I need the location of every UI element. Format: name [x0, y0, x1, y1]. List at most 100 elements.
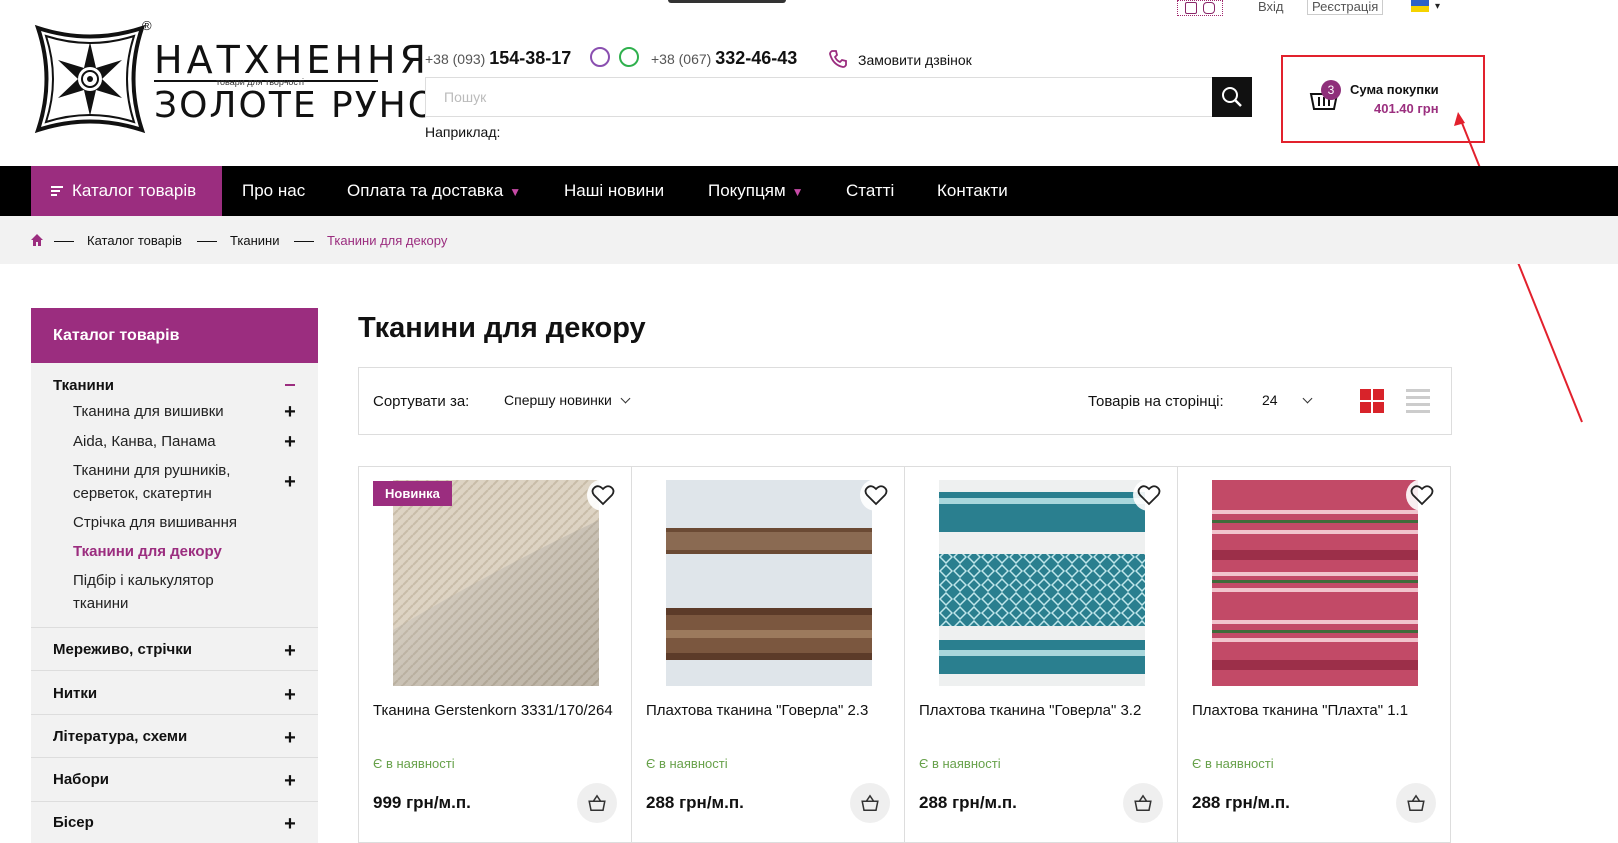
sidebar-title: Каталог товарів — [31, 308, 318, 363]
sidebar-subitem[interactable]: Стрічка для вишивання — [73, 511, 263, 534]
sidebar-category[interactable]: Набори — [53, 771, 109, 788]
search-input[interactable] — [426, 78, 1212, 116]
nav-item-contacts[interactable]: Контакти — [937, 166, 1008, 216]
expand-icon[interactable]: + — [283, 814, 297, 834]
add-to-cart-button[interactable] — [1123, 783, 1163, 823]
search-example-label: Наприклад: — [425, 124, 501, 140]
sidebar-open-category[interactable]: Тканини — [53, 377, 114, 394]
product-card[interactable]: Новинка Тканина Gerstenkorn 3331/170/264… — [358, 466, 632, 843]
sidebar-divider — [31, 757, 318, 758]
product-image[interactable] — [393, 480, 599, 686]
product-image[interactable] — [1212, 480, 1418, 686]
logo-title-line1: НАТХНЕННЯ — [154, 38, 430, 82]
top-scroll-indicator — [668, 0, 786, 3]
expand-icon[interactable]: + — [283, 685, 297, 705]
per-page-label: Товарів на сторінці: — [1088, 393, 1224, 410]
nav-item-payment-delivery[interactable]: Оплата та доставка ▼ — [347, 166, 521, 216]
phone-2[interactable]: +38 (067) 332-46-43 — [651, 48, 797, 69]
product-availability: Є в наявності — [646, 756, 728, 771]
expand-icon[interactable]: + — [283, 402, 297, 422]
product-price: 288 грн/м.п. — [919, 793, 1017, 812]
product-image[interactable] — [939, 480, 1145, 686]
instagram-icon[interactable] — [1203, 2, 1215, 14]
nav-item-payment-delivery-label: Оплата та доставка — [347, 181, 504, 200]
expand-icon[interactable]: + — [283, 472, 297, 492]
breadcrumb-separator — [197, 241, 217, 242]
product-card[interactable]: Плахтова тканина "Говерла" 2.3 Є в наявн… — [631, 466, 905, 843]
basket-icon — [1407, 794, 1425, 811]
nav-catalog-label: Каталог товарів — [72, 181, 197, 200]
product-price: 288 грн/м.п. — [1192, 793, 1290, 812]
wishlist-heart-icon[interactable] — [1133, 479, 1165, 511]
product-card[interactable]: Плахтова тканина "Говерла" 3.2 Є в наявн… — [904, 466, 1178, 843]
expand-icon[interactable]: + — [283, 641, 297, 661]
social-links — [1177, 0, 1223, 16]
sidebar-category[interactable]: Бісер — [53, 814, 94, 831]
product-availability: Є в наявності — [373, 756, 455, 771]
add-to-cart-button[interactable] — [577, 783, 617, 823]
product-name[interactable]: Плахтова тканина "Говерла" 3.2 — [919, 702, 1164, 720]
wishlist-heart-icon[interactable] — [860, 479, 892, 511]
nav-item-about[interactable]: Про нас — [242, 166, 305, 216]
chevron-down-icon[interactable]: ▾ — [1435, 1, 1440, 12]
expand-icon[interactable]: + — [283, 771, 297, 791]
nav-item-news[interactable]: Наші новини — [564, 166, 664, 216]
phone-1-code: +38 (093) — [425, 51, 486, 67]
chevron-down-icon: ▼ — [509, 185, 522, 199]
sort-label: Сортувати за: — [373, 393, 470, 410]
register-link[interactable]: Реєстрація — [1307, 0, 1384, 15]
sidebar-subitem[interactable]: Aida, Канва, Панама — [73, 430, 263, 453]
wishlist-heart-icon[interactable] — [1406, 479, 1438, 511]
wishlist-heart-icon[interactable] — [587, 479, 619, 511]
sidebar-subitem[interactable]: Підбір і калькулятор тканини — [73, 569, 263, 615]
expand-icon[interactable]: + — [283, 432, 297, 452]
nav-catalog-button[interactable]: Каталог товарів — [31, 166, 222, 216]
chevron-down-icon: ▼ — [791, 185, 804, 199]
logo-title-line2: ЗОЛОТЕ РУНО — [154, 85, 439, 126]
whatsapp-icon[interactable] — [619, 47, 639, 67]
cart-title[interactable]: Сума покупки — [1350, 82, 1439, 97]
sort-select[interactable]: Спершу новинки — [504, 392, 631, 408]
search-button[interactable] — [1212, 77, 1252, 117]
chevron-down-icon — [1302, 393, 1313, 404]
cart-sum[interactable]: 401.40 грн — [1374, 101, 1439, 116]
sidebar-subitem-active[interactable]: Тканини для декору — [73, 540, 263, 563]
login-link[interactable]: Вхід — [1258, 0, 1284, 14]
collapse-icon[interactable] — [285, 384, 295, 386]
phone-icon[interactable] — [828, 49, 848, 69]
per-page-select[interactable]: 24 — [1262, 392, 1313, 408]
sidebar-category[interactable]: Мереживо, стрічки — [53, 641, 192, 658]
nav-item-articles[interactable]: Статті — [846, 166, 894, 216]
breadcrumb-item[interactable]: Тканини — [230, 233, 279, 248]
expand-icon[interactable]: + — [283, 728, 297, 748]
home-icon[interactable] — [30, 233, 44, 247]
sidebar-category[interactable]: Нитки — [53, 685, 97, 702]
product-name[interactable]: Плахтова тканина "Плахта" 1.1 — [1192, 702, 1437, 720]
list-view-icon[interactable] — [1406, 389, 1430, 413]
sidebar-subitem[interactable]: Тканина для вишивки — [73, 400, 263, 423]
viber-icon[interactable] — [590, 47, 610, 67]
search-icon — [1222, 87, 1242, 107]
product-availability: Є в наявності — [1192, 756, 1274, 771]
product-name[interactable]: Тканина Gerstenkorn 3331/170/264 — [373, 702, 618, 720]
facebook-icon[interactable] — [1185, 2, 1197, 14]
grid-view-icon[interactable] — [1360, 389, 1384, 413]
logo-emblem-icon — [34, 24, 146, 134]
sidebar-subitem[interactable]: Тканини для рушників, серветок, скатерти… — [73, 459, 263, 505]
phone-1[interactable]: +38 (093) 154-38-17 — [425, 48, 571, 69]
breadcrumb-item[interactable]: Каталог товарів — [87, 233, 182, 248]
sidebar-category[interactable]: Література, схеми — [53, 728, 187, 745]
search-bar — [425, 77, 1252, 117]
callback-link[interactable]: Замовити дзвінок — [858, 52, 972, 68]
cart-count-badge: 3 — [1321, 80, 1341, 100]
nav-item-buyers[interactable]: Покупцям ▼ — [708, 166, 804, 216]
product-price: 288 грн/м.п. — [646, 793, 744, 812]
product-image[interactable] — [666, 480, 872, 686]
add-to-cart-button[interactable] — [850, 783, 890, 823]
add-to-cart-button[interactable] — [1396, 783, 1436, 823]
phone-2-number: 332-46-43 — [715, 48, 798, 68]
product-name[interactable]: Плахтова тканина "Говерла" 2.3 — [646, 702, 891, 720]
product-card[interactable]: Плахтова тканина "Плахта" 1.1 Є в наявно… — [1177, 466, 1451, 843]
product-price: 999 грн/м.п. — [373, 793, 471, 812]
language-flag-icon[interactable] — [1411, 0, 1429, 12]
